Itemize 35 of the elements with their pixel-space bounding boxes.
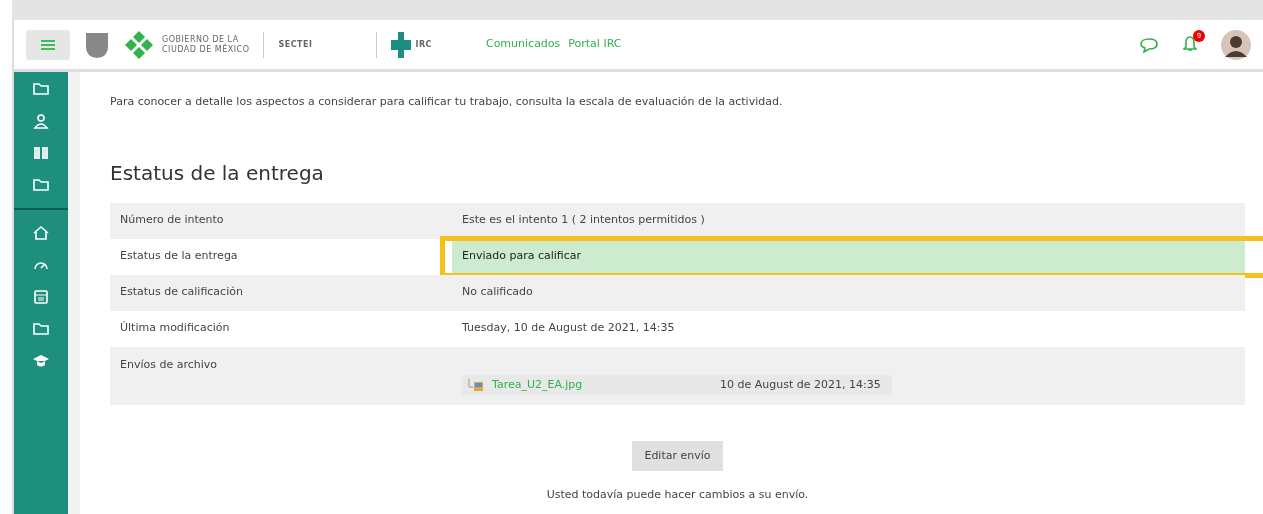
table-cell-text: Tuesday, 10 de August de 2021, 14:35 bbox=[461, 320, 676, 337]
edit-submission-button[interactable]: Editar envío bbox=[632, 440, 723, 471]
table-cell-text: No calificado bbox=[461, 284, 534, 301]
folder-icon[interactable] bbox=[32, 176, 50, 194]
logo-text: SECTEI bbox=[278, 39, 313, 50]
logo-text: GOBIERNO DE LA CIUDAD DE MÉXICO bbox=[162, 34, 250, 55]
row-label: Estatus de calificación bbox=[119, 284, 244, 301]
logo-text: IRC bbox=[415, 39, 432, 50]
menu-icon bbox=[41, 39, 55, 50]
section-title: Estatus de la entrega bbox=[110, 160, 325, 185]
folder-icon[interactable] bbox=[32, 320, 50, 338]
nav-link[interactable]: Portal IRC bbox=[568, 36, 622, 53]
image-file-icon bbox=[468, 377, 484, 392]
file-date: 10 de August de 2021, 14:35 bbox=[720, 376, 881, 393]
row-label: Envíos de archivo bbox=[119, 356, 219, 373]
table-cell-text: Este es el intento 1 ( 2 intentos permitidos ) bbox=[461, 212, 706, 229]
row-label: Última modificación bbox=[119, 320, 231, 337]
city-logo-icon bbox=[124, 29, 154, 60]
bell-icon[interactable] bbox=[1183, 36, 1197, 53]
coat-of-arms-icon bbox=[84, 30, 110, 59]
nav-link[interactable]: Comunicados bbox=[485, 36, 561, 53]
row-label: Número de intento bbox=[119, 212, 225, 229]
file-link[interactable]: Tarea_U2_EA.jpg bbox=[492, 376, 712, 393]
calendar-icon[interactable] bbox=[32, 288, 50, 306]
institute-logo-icon bbox=[391, 31, 412, 58]
folder-icon[interactable] bbox=[32, 80, 50, 98]
home-icon[interactable] bbox=[32, 224, 50, 242]
row-label: Estatus de la entrega bbox=[119, 248, 239, 265]
intro-text: Para conocer a detalle los aspectos a considerar para calificar tu trabajo, consulta la escala de evaluación de la actividad. bbox=[110, 94, 784, 110]
note-text: Usted todavía puede hacer cambios a su envío. bbox=[546, 487, 809, 503]
users-icon[interactable] bbox=[32, 112, 50, 130]
avatar[interactable] bbox=[1221, 29, 1251, 60]
menu-button[interactable] bbox=[26, 29, 70, 60]
chat-icon[interactable] bbox=[1139, 36, 1159, 53]
book-icon[interactable] bbox=[32, 144, 50, 162]
